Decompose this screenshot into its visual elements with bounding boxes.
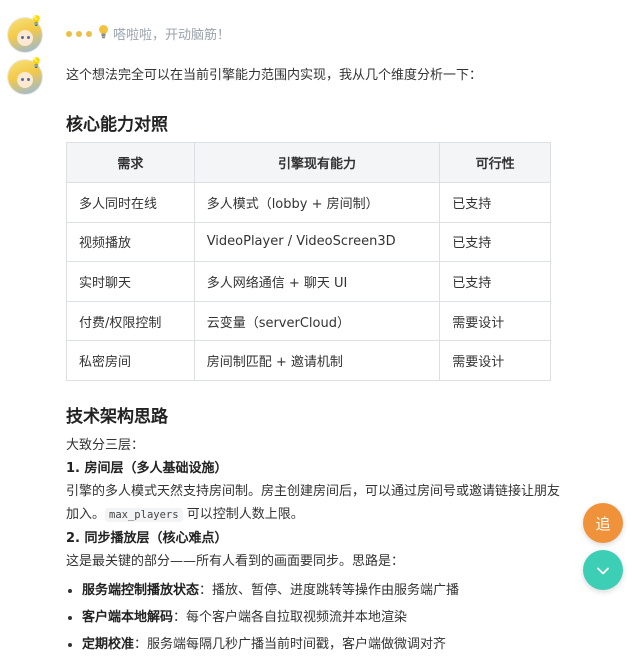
typing-dots-icon <box>66 24 96 43</box>
table-row: 私密房间 房间制匹配 + 邀请机制 需要设计 <box>66 340 551 381</box>
table-header-cell: 需求 <box>66 142 195 183</box>
table-cell: 多人网络通信 + 聊天 UI <box>193 261 441 302</box>
layer1-title: 1. 房间层（多人基础设施） <box>66 461 228 476</box>
table-row: 视频播放 VideoPlayer / VideoScreen3D 已支持 <box>66 221 551 263</box>
table-cell: 已支持 <box>439 182 551 223</box>
assistant-message: 这个想法完全可以在当前引擎能力范围内实现，我从几个维度分析一下： 核心能力对照 … <box>66 66 566 652</box>
table-row: 多人同时在线 多人模式（lobby + 房间制） 已支持 <box>66 182 551 223</box>
layer1-paragraph: 引擎的多人模式天然支持房间制。房主创建房间后，可以通过房间号或邀请链接让朋友加入… <box>66 480 566 527</box>
scroll-down-button[interactable] <box>583 550 623 590</box>
table-cell: 已支持 <box>439 261 551 302</box>
table-cell: 云变量（serverCloud） <box>193 300 441 342</box>
table-header-cell: 引擎现有能力 <box>193 142 441 183</box>
lightbulb-icon <box>98 24 109 43</box>
sync-strategy-list: 服务端控制播放状态：播放、暂停、进度跳转等操作由服务端广播 客户端本地解码：每个… <box>66 577 566 658</box>
list-item-bold: 服务端控制播放状态 <box>82 583 200 598</box>
layer1-text-tail: 可以控制人数上限。 <box>182 507 304 522</box>
list-item-text: ：播放、暂停、进度跳转等操作由服务端广播 <box>199 583 460 598</box>
layer2-title: 2. 同步播放层（核心难点） <box>66 531 228 546</box>
table-cell: 需要设计 <box>439 340 551 381</box>
table-cell: 视频播放 <box>66 221 195 263</box>
chevron-down-icon <box>597 561 609 579</box>
list-item: 定期校准：服务端每隔几秒广播当前时间戳，客户端做微调对齐 <box>82 631 566 658</box>
table-cell: 房间制匹配 + 邀请机制 <box>193 340 441 381</box>
inline-code: max_players <box>105 508 183 522</box>
table-cell: 实时聊天 <box>66 261 195 302</box>
table-cell: 多人模式（lobby + 房间制） <box>193 182 441 223</box>
thinking-indicator: 嗒啦啦，开动脑筋！ <box>66 24 231 43</box>
table-cell: 多人同时在线 <box>66 182 195 223</box>
list-item-text: ：服务端每隔几秒广播当前时间戳，客户端做微调对齐 <box>134 637 447 652</box>
table-header-row: 需求 引擎现有能力 可行性 <box>66 142 551 183</box>
section-heading-core: 核心能力对照 <box>66 115 168 135</box>
follow-up-button[interactable]: 追 <box>583 503 623 543</box>
table-cell: 已支持 <box>439 221 551 263</box>
follow-up-label: 追 <box>595 514 611 533</box>
architecture-body: 大致分三层： 1. 房间层（多人基础设施） 引擎的多人模式天然支持房间制。房主创… <box>66 434 566 658</box>
list-item-bold: 定期校准 <box>82 637 135 652</box>
list-item-text: ：每个客户端各自拉取视频流并本地渲染 <box>173 610 408 625</box>
layer2-text: 这是最关键的部分——所有人看到的画面要同步。思路是： <box>66 554 405 569</box>
section-heading-architecture: 技术架构思路 <box>66 407 168 427</box>
table-cell: 需要设计 <box>439 300 551 342</box>
thinking-label: 嗒啦啦，开动脑筋！ <box>113 27 231 43</box>
table-row: 实时聊天 多人网络通信 + 聊天 UI 已支持 <box>66 261 551 302</box>
lightbulb-badge-icon: 💡 <box>30 16 43 27</box>
list-item: 客户端本地解码：每个客户端各自拉取视频流并本地渲染 <box>82 604 566 631</box>
lightbulb-badge-icon: 💡 <box>30 58 43 69</box>
list-item-bold: 客户端本地解码 <box>82 610 174 625</box>
table-header-cell: 可行性 <box>439 142 551 183</box>
table-row: 付费/权限控制 云变量（serverCloud） 需要设计 <box>66 300 551 342</box>
table-cell: 私密房间 <box>66 340 195 381</box>
table-cell: VideoPlayer / VideoScreen3D <box>193 221 441 263</box>
capability-table: 需求 引擎现有能力 可行性 多人同时在线 多人模式（lobby + 房间制） 已… <box>66 142 551 381</box>
intro-text: 这个想法完全可以在当前引擎能力范围内实现，我从几个维度分析一下： <box>66 68 483 83</box>
list-item: 服务端控制播放状态：播放、暂停、进度跳转等操作由服务端广播 <box>82 577 566 604</box>
table-cell: 付费/权限控制 <box>66 300 195 342</box>
layers-intro: 大致分三层： <box>66 438 145 453</box>
